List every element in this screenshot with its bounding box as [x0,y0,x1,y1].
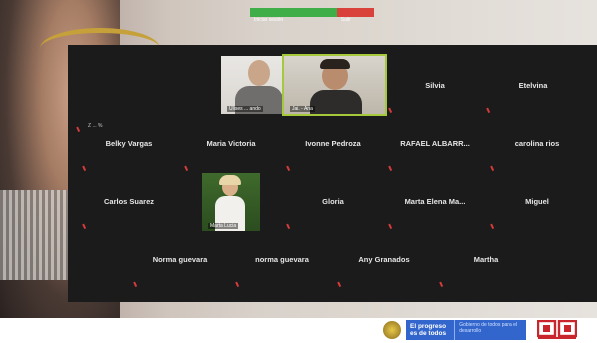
participant-hair [320,59,350,69]
participant-name: norma guevara [255,254,309,264]
participant-name: carolina rios [514,138,560,148]
participant-shirt [310,90,362,114]
participant-name: Any Granados [358,254,410,264]
participant-face [248,60,270,86]
participant-video-tile[interactable]: Marta Lucia [202,173,260,231]
gallery-view: Z ... % Ulises ... ando Jai. - Ana Silvi… [68,45,597,302]
mic-muted-icon [337,279,345,288]
participant-tile[interactable]: Marta Elena Ma... [386,172,484,230]
participant-name: Marta Lucia [208,223,239,229]
mic-muted-icon [490,221,498,230]
participant-tile[interactable]: RAFAEL ALBARR... [386,114,484,172]
participant-name: Ivonne Pedroza [305,138,361,148]
mic-muted-icon [388,221,396,230]
participant-tile[interactable]: Etelvina [484,56,582,114]
meeting-status-strip[interactable]: Iniciar sesión Salir [250,8,374,23]
mic-muted-icon [82,221,90,230]
participant-name: RAFAEL ALBARR... [400,138,470,148]
participant-tile[interactable]: Belky Vargas [80,114,178,172]
participant-tile[interactable]: Gloria [284,172,382,230]
institution-logo-icon [537,320,577,339]
participant-tile[interactable]: Martha [437,230,535,288]
participant-tile[interactable]: norma guevara [233,230,331,288]
government-logo: El progreso es de todos Gobierno de todo… [406,320,526,340]
mic-muted-icon [133,279,141,288]
participant-name: Norma guevara [152,254,208,264]
government-subtext: Gobierno de todos para el desarrollo [454,320,526,340]
participant-name: Jai. - Ana [290,106,315,112]
mic-muted-icon [82,163,90,172]
participant-tile[interactable]: carolina rios [488,114,586,172]
participant-name: Ulises ... ando [227,106,263,112]
participant-name: Silvia [425,80,445,90]
participant-name: Etelvina [518,80,548,90]
participant-tile[interactable]: Norma guevara [131,230,229,288]
mic-muted-icon [286,221,294,230]
mic-muted-icon [388,105,396,114]
mic-muted-icon [490,163,498,172]
participant-tile[interactable]: Maria Victoria [182,114,280,172]
mic-muted-icon [486,105,494,114]
mic-muted-icon [184,163,192,172]
status-left-label: Iniciar sesión [254,17,284,23]
mic-muted-icon [286,163,294,172]
mic-muted-icon [439,279,447,288]
participant-tile[interactable]: Carlos Suarez [80,172,178,230]
participant-name: Carlos Suarez [103,196,155,206]
participant-name: Belky Vargas [105,138,153,148]
participant-tile[interactable]: Miguel [488,172,586,230]
participant-name: Martha [473,254,499,264]
participant-name: Maria Victoria [206,138,256,148]
government-slogan: El progreso es de todos [410,323,447,337]
participant-name: Gloria [322,196,344,206]
mic-muted-icon [388,163,396,172]
participant-tile[interactable]: Ivonne Pedroza [284,114,382,172]
active-speaker-video-tile[interactable]: Jai. - Ana [282,54,387,116]
colombia-seal-icon [383,321,401,339]
participant-tile[interactable]: Silvia [386,56,484,114]
participant-tile[interactable]: Any Granados [335,230,433,288]
status-right-label: Salir [340,17,351,23]
status-green-segment[interactable]: Iniciar sesión [250,8,337,23]
participant-name: Miguel [525,196,549,206]
status-red-segment[interactable]: Salir [336,8,374,23]
participant-hair [219,175,241,185]
mic-muted-icon [235,279,243,288]
presenter-shirt-pattern [0,190,70,280]
participant-name: Marta Elena Ma... [404,196,466,206]
